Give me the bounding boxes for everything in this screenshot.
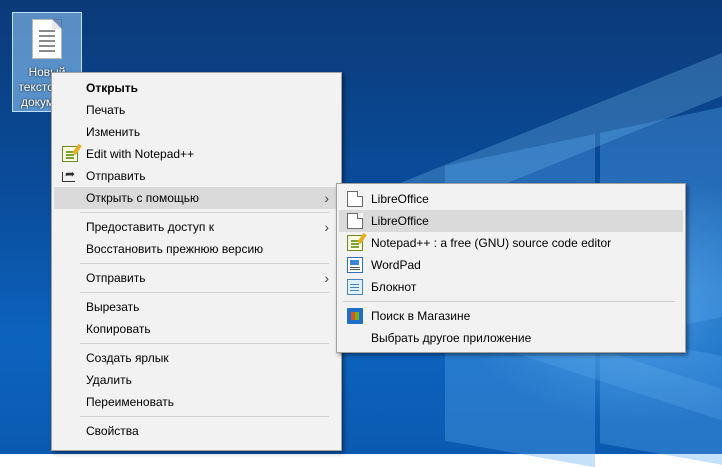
submenu-item-notepad[interactable]: Блокнот xyxy=(339,276,683,298)
menu-item-rename[interactable]: Переименовать xyxy=(54,391,339,413)
menu-item-give-access-to[interactable]: Предоставить доступ к › xyxy=(54,216,339,238)
menu-separator xyxy=(80,212,329,213)
menu-item-restore-previous-versions[interactable]: Восстановить прежнюю версию xyxy=(54,238,339,260)
menu-item-delete[interactable]: Удалить xyxy=(54,369,339,391)
submenu-item-wordpad[interactable]: WordPad xyxy=(339,254,683,276)
menu-item-edit[interactable]: Изменить xyxy=(54,121,339,143)
share-icon xyxy=(62,163,75,185)
text-document-icon xyxy=(32,19,62,59)
menu-item-create-shortcut[interactable]: Создать ярлык xyxy=(54,347,339,369)
wallpaper-window-pane xyxy=(600,334,722,465)
menu-item-share[interactable]: Отправить xyxy=(54,163,339,187)
notepad-plus-plus-icon xyxy=(347,235,363,251)
menu-item-print[interactable]: Печать xyxy=(54,99,339,121)
menu-item-edit-with-notepad-plus-plus[interactable]: Edit with Notepad++ xyxy=(54,143,339,165)
notepad-plus-plus-icon xyxy=(62,146,78,162)
store-icon xyxy=(347,308,363,324)
notepad-icon xyxy=(347,279,363,295)
menu-item-cut[interactable]: Вырезать xyxy=(54,296,339,318)
chevron-right-icon: › xyxy=(324,219,329,235)
menu-item-copy[interactable]: Копировать xyxy=(54,318,339,340)
wordpad-icon xyxy=(347,257,363,273)
menu-separator xyxy=(80,416,329,417)
libreoffice-document-icon xyxy=(347,213,363,229)
menu-separator xyxy=(343,301,675,302)
menu-item-properties[interactable]: Свойства xyxy=(54,420,339,442)
submenu-item-libreoffice[interactable]: LibreOffice xyxy=(339,188,683,210)
submenu-item-search-in-store[interactable]: Поиск в Магазине xyxy=(339,305,683,327)
chevron-right-icon: › xyxy=(324,190,329,206)
menu-separator xyxy=(80,263,329,264)
menu-item-open[interactable]: Открыть xyxy=(54,77,339,99)
context-menu: Открыть Печать Изменить Edit with Notepa… xyxy=(51,72,342,451)
libreoffice-document-icon xyxy=(347,191,363,207)
menu-separator xyxy=(80,292,329,293)
menu-separator xyxy=(80,343,329,344)
open-with-submenu: LibreOffice LibreOffice Notepad++ : a fr… xyxy=(336,183,686,353)
chevron-right-icon: › xyxy=(324,270,329,286)
menu-item-open-with[interactable]: Открыть с помощью › xyxy=(54,187,339,209)
submenu-item-libreoffice[interactable]: LibreOffice xyxy=(339,210,683,232)
menu-item-send-to[interactable]: Отправить › xyxy=(54,267,339,289)
submenu-item-choose-another-app[interactable]: Выбрать другое приложение xyxy=(339,327,683,349)
submenu-item-notepad-plus-plus[interactable]: Notepad++ : a free (GNU) source code edi… xyxy=(339,232,683,254)
